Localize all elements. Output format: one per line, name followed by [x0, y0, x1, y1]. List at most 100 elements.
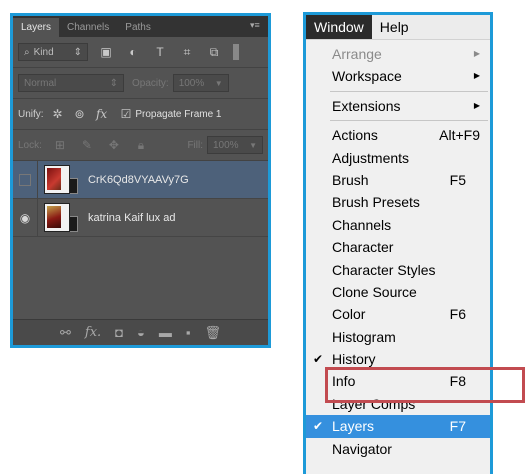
menu-item-color[interactable]: Color F6: [306, 303, 490, 325]
visibility-toggle[interactable]: ◉: [13, 199, 38, 236]
link-layers-icon[interactable]: ⚯: [60, 325, 71, 341]
add-layer-style-icon[interactable]: fx.: [85, 325, 101, 340]
eye-icon: ◉: [19, 210, 31, 225]
submenu-arrow-icon: ▶: [473, 100, 480, 110]
submenu-arrow-icon: ▶: [473, 49, 480, 58]
menu-item-label: Character: [332, 239, 394, 256]
layer-row[interactable]: CrK6Qd8VYAAVy7G: [13, 161, 268, 199]
layer-name[interactable]: katrina Kaif lux ad: [88, 212, 175, 224]
propagate-checkbox[interactable]: ☑: [121, 107, 132, 121]
stepper-icon: ⇕: [109, 77, 118, 89]
layer-thumbnail: [44, 165, 70, 194]
menu-item-navigator[interactable]: Navigator: [306, 438, 490, 460]
new-adjustment-icon[interactable]: ◒: [137, 325, 145, 340]
menu-item-label: Brush Presets: [332, 194, 420, 211]
add-mask-icon[interactable]: ◘: [115, 325, 123, 340]
submenu-arrow-icon: ▶: [473, 71, 480, 81]
new-group-icon[interactable]: ▬: [159, 325, 172, 340]
menu-item-layers[interactable]: ✔ Layers F7: [306, 415, 490, 438]
layer-name[interactable]: CrK6Qd8VYAAVy7G: [88, 174, 189, 186]
menu-item-label: Color: [332, 306, 366, 323]
menu-shortcut: Alt+F9: [439, 127, 480, 144]
pixel-filter-icon[interactable]: ▣: [97, 45, 115, 59]
unify-position-icon[interactable]: ✲: [49, 107, 67, 121]
menu-separator: [330, 120, 488, 122]
blend-row: Normal ⇕ Opacity: 100% ▼: [13, 68, 268, 99]
menu-item-adjustments[interactable]: Adjustments: [306, 147, 490, 169]
menu-item-extensions[interactable]: Extensions ▶: [306, 95, 490, 117]
fill-field[interactable]: 100% ▼: [207, 136, 263, 154]
lock-transparent-icon[interactable]: ⊞: [51, 138, 69, 152]
menu-shortcut: F5: [449, 171, 466, 188]
menu-item-clone-source[interactable]: Clone Source: [306, 281, 490, 303]
menu-separator: [330, 90, 488, 92]
lock-label: Lock:: [18, 139, 42, 151]
filter-row: ⌕ Kind ⇕ ▣ ◐ T ⌗ ⧉: [13, 37, 268, 68]
menubar: Window Help: [306, 15, 490, 40]
lock-pixels-icon[interactable]: ✎: [78, 138, 96, 152]
menu-item-brush[interactable]: Brush F5: [306, 169, 490, 191]
history-highlight-box: [325, 367, 525, 403]
menu-item-label: Actions: [332, 127, 378, 144]
lock-row: Lock: ⊞ ✎ ✥ 🔒︎ Fill: 100% ▼: [13, 130, 268, 161]
menu-item-label: History: [332, 351, 376, 368]
panel-menu-icon[interactable]: ▾≡: [250, 20, 262, 31]
menu-item-character-styles[interactable]: Character Styles: [306, 259, 490, 281]
lock-all-icon[interactable]: 🔒︎: [132, 138, 150, 152]
menu-item-label: Clone Source: [332, 283, 417, 300]
unify-visibility-icon[interactable]: ⊚: [71, 107, 89, 121]
tab-paths[interactable]: Paths: [117, 18, 159, 37]
menu-shortcut: F7: [449, 418, 466, 435]
shape-filter-icon[interactable]: ⌗: [178, 45, 196, 59]
menu-item-actions[interactable]: Actions Alt+F9: [306, 124, 490, 146]
menu-item-label: Extensions: [332, 97, 401, 114]
smart-object-filter-icon[interactable]: ⧉: [205, 45, 223, 59]
menu-item-label: Brush: [332, 171, 369, 188]
layers-footer: ⚯ fx. ◘ ◒ ▬ ▪ 🗑︎: [13, 319, 268, 345]
menu-item-label: Adjustments: [332, 149, 410, 166]
blend-mode-select[interactable]: Normal ⇕: [18, 74, 124, 92]
filter-toggle-icon[interactable]: [233, 44, 239, 60]
menu-shortcut: F6: [449, 306, 466, 323]
type-filter-icon[interactable]: T: [151, 45, 169, 59]
checkmark-icon: ✔: [313, 419, 324, 434]
unify-style-icon[interactable]: fx: [93, 107, 111, 121]
unify-row: Unify: ✲ ⊚ fx ☑ Propagate Frame 1: [13, 99, 268, 130]
opacity-field[interactable]: 100% ▼: [172, 74, 229, 92]
menu-item-character[interactable]: Character: [306, 236, 490, 258]
lock-position-icon[interactable]: ✥: [105, 138, 123, 152]
chevron-down-icon: ▼: [214, 78, 223, 88]
chevron-down-icon: ▼: [249, 140, 257, 150]
menu-item-brush-presets[interactable]: Brush Presets: [306, 191, 490, 213]
stepper-icon: ⇕: [73, 46, 82, 58]
menu-item-label: Character Styles: [332, 261, 436, 278]
search-icon: ⌕: [24, 46, 30, 58]
layer-row[interactable]: ◉ katrina Kaif lux ad: [13, 199, 268, 237]
filter-kind-label: Kind: [33, 46, 54, 58]
menu-item-arrange[interactable]: Arrange ▶: [306, 43, 490, 65]
layer-thumbnail: [44, 203, 70, 232]
menu-item-label: Layers: [332, 418, 375, 435]
filter-kind-select[interactable]: ⌕ Kind ⇕: [18, 43, 88, 61]
visibility-empty-icon: [19, 173, 31, 186]
menu-item-label: Histogram: [332, 328, 396, 345]
adjustment-filter-icon[interactable]: ◐: [124, 45, 142, 59]
delete-layer-icon[interactable]: 🗑︎: [205, 325, 222, 341]
tab-layers[interactable]: Layers: [13, 18, 60, 37]
opacity-value: 100%: [178, 77, 205, 89]
menu-window[interactable]: Window: [306, 15, 372, 39]
menu-item-channels[interactable]: Channels: [306, 214, 490, 236]
unify-label: Unify:: [18, 108, 44, 120]
menu-item-label: Arrange: [332, 46, 382, 62]
menu-help[interactable]: Help: [372, 15, 417, 39]
window-menu: Window Help Arrange ▶ Workspace ▶ Extens…: [303, 12, 493, 474]
layers-panel-tabs: Layers Channels Paths ▾≡: [13, 16, 268, 37]
menu-item-workspace[interactable]: Workspace ▶: [306, 65, 490, 87]
visibility-toggle[interactable]: [13, 161, 38, 198]
layers-panel: Layers Channels Paths ▾≡ ⌕ Kind ⇕ ▣ ◐ T …: [10, 13, 271, 348]
tab-channels[interactable]: Channels: [59, 18, 117, 37]
menu-item-label: Navigator: [332, 440, 392, 457]
new-layer-icon[interactable]: ▪: [186, 325, 191, 340]
menu-item-histogram[interactable]: Histogram: [306, 326, 490, 348]
fill-label: Fill:: [187, 139, 203, 151]
